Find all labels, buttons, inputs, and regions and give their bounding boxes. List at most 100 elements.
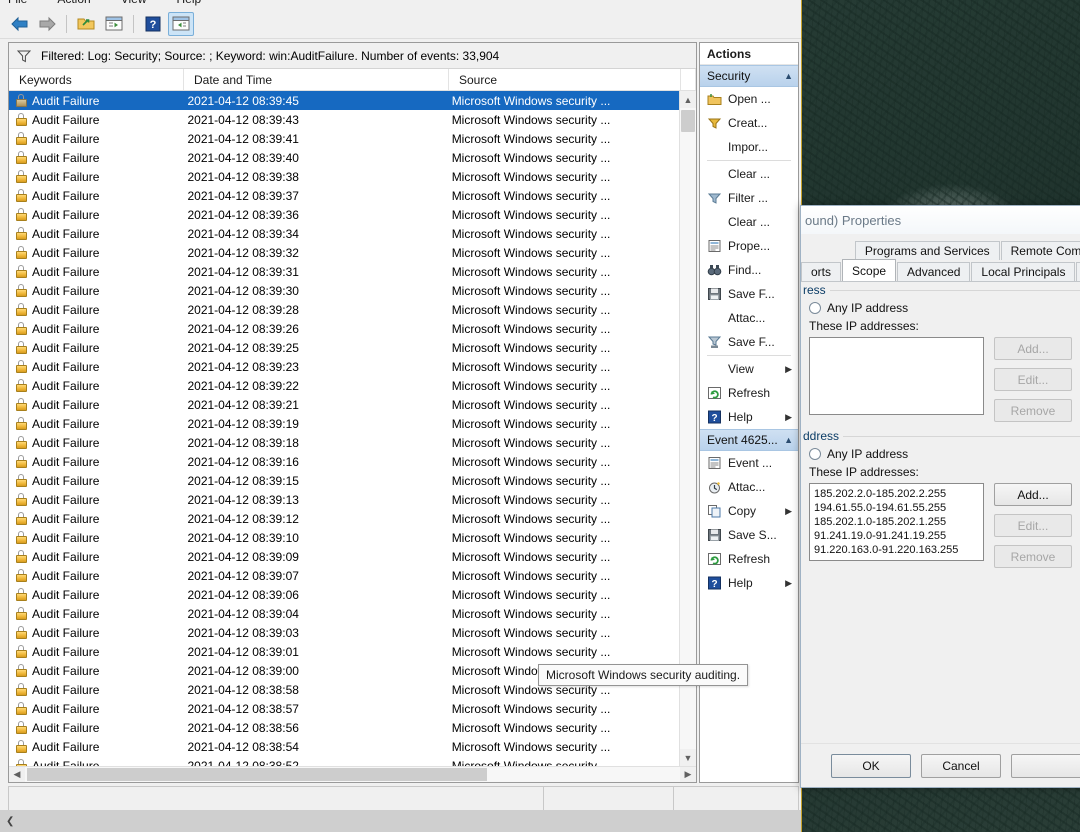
action-item[interactable]: Copy ▶ (700, 499, 798, 523)
table-row[interactable]: Audit Failure 2021-04-12 08:39:31 Microsof… (9, 262, 679, 281)
table-row[interactable]: Audit Failure 2021-04-12 08:39:15 Microsof… (9, 471, 679, 490)
actions-group-header-security[interactable]: Security ▲ (700, 65, 798, 87)
table-row[interactable]: Audit Failure 2021-04-12 08:39:37 Microsof… (9, 186, 679, 205)
list-horizontal-scrollbar[interactable]: ◀ ▶ (9, 766, 696, 782)
table-row[interactable]: Audit Failure 2021-04-12 08:39:16 Microsof… (9, 452, 679, 471)
table-row[interactable]: Audit Failure 2021-04-12 08:39:06 Microsof… (9, 585, 679, 604)
table-row[interactable]: Audit Failure 2021-04-12 08:39:13 Microsof… (9, 490, 679, 509)
table-row[interactable]: Audit Failure 2021-04-12 08:39:40 Microsof… (9, 148, 679, 167)
remote-any-ip-radio[interactable] (809, 448, 821, 460)
remote-these-ip-radio-row[interactable]: These IP addresses: (809, 465, 1080, 479)
remote-edit-button[interactable]: Edit... (994, 514, 1072, 537)
table-row[interactable]: Audit Failure 2021-04-12 08:39:21 Microsof… (9, 395, 679, 414)
table-row[interactable]: Audit Failure 2021-04-12 08:39:12 Microsof… (9, 509, 679, 528)
table-row[interactable]: Audit Failure 2021-04-12 08:39:22 Microsof… (9, 376, 679, 395)
table-row[interactable]: Audit Failure 2021-04-12 08:38:56 Microsof… (9, 718, 679, 737)
chevron-up-icon[interactable]: ▲ (784, 435, 793, 445)
actions-group-header-event[interactable]: Event 4625... ▲ (700, 429, 798, 451)
table-row[interactable]: Audit Failure 2021-04-12 08:39:03 Microsof… (9, 623, 679, 642)
table-row[interactable]: Audit Failure 2021-04-12 08:38:52 Microsof… (9, 756, 679, 766)
table-row[interactable]: Audit Failure 2021-04-12 08:38:57 Microsof… (9, 699, 679, 718)
action-item[interactable]: Impor... (700, 135, 798, 159)
scroll-up-arrow-icon[interactable]: ▲ (680, 91, 696, 108)
table-row[interactable]: Audit Failure 2021-04-12 08:39:26 Microsof… (9, 319, 679, 338)
table-row[interactable]: Audit Failure 2021-04-12 08:39:07 Microsof… (9, 566, 679, 585)
action-item[interactable]: ? Help ▶ (700, 405, 798, 429)
action-item[interactable]: Filter ... (700, 186, 798, 210)
action-item[interactable]: Clear ... (700, 210, 798, 234)
table-row[interactable]: Audit Failure 2021-04-12 08:39:38 Microsof… (9, 167, 679, 186)
action-item[interactable]: View ▶ (700, 357, 798, 381)
tab-local-principals[interactable]: Local Principals (971, 262, 1076, 281)
tab-programs-and-services[interactable]: Programs and Services (854, 241, 1000, 260)
action-item[interactable]: Find... (700, 258, 798, 282)
local-add-button[interactable]: Add... (994, 337, 1072, 360)
action-item[interactable]: Attac... (700, 475, 798, 499)
remote-ip-entry[interactable]: 91.220.163.0-91.220.163.255 (814, 543, 979, 557)
table-row[interactable]: Audit Failure 2021-04-12 08:39:19 Microsof… (9, 414, 679, 433)
remote-ip-entry[interactable]: 91.241.19.0-91.241.19.255 (814, 529, 979, 543)
table-row[interactable]: Audit Failure 2021-04-12 08:39:23 Microsof… (9, 357, 679, 376)
action-pane-button[interactable] (168, 11, 194, 36)
table-row[interactable]: Audit Failure 2021-04-12 08:39:25 Microsof… (9, 338, 679, 357)
tab-scope[interactable]: Scope (842, 259, 897, 281)
open-folder-button[interactable] (73, 12, 99, 36)
table-row[interactable]: Audit Failure 2021-04-12 08:39:43 Microsof… (9, 110, 679, 129)
table-row[interactable]: Audit Failure 2021-04-12 08:39:10 Microsof… (9, 528, 679, 547)
action-item[interactable]: Save F... (700, 282, 798, 306)
table-row[interactable]: Audit Failure 2021-04-12 08:39:01 Microsof… (9, 642, 679, 661)
vertical-scroll-track[interactable] (680, 108, 696, 749)
table-row[interactable]: Audit Failure 2021-04-12 08:39:18 Microsof… (9, 433, 679, 452)
chevron-up-icon[interactable]: ▲ (784, 71, 793, 81)
tab-remote-computers[interactable]: Remote Comp (1000, 241, 1080, 260)
back-button[interactable] (6, 12, 32, 36)
action-item[interactable]: Clear ... (700, 162, 798, 186)
apply-button[interactable] (1011, 753, 1080, 778)
column-header-keywords[interactable]: Keywords (9, 69, 184, 90)
chevron-right-icon[interactable]: ▶ (785, 412, 798, 423)
vertical-scroll-thumb[interactable] (681, 110, 695, 132)
table-row[interactable]: Audit Failure 2021-04-12 08:39:41 Microsof… (9, 129, 679, 148)
column-header-date-and-time[interactable]: Date and Time (184, 69, 449, 90)
tab-protocols-and-ports[interactable]: orts (801, 262, 842, 281)
table-row[interactable]: Audit Failure 2021-04-12 08:39:45 Microsof… (9, 91, 679, 110)
table-row[interactable]: Audit Failure 2021-04-12 08:38:54 Microsof… (9, 737, 679, 756)
menu-item-help[interactable]: Help (177, 0, 216, 5)
tab-advanced[interactable]: Advanced (897, 262, 971, 281)
menu-item-file[interactable]: File (8, 0, 41, 5)
remote-ip-entry[interactable]: 185.202.2.0-185.202.2.255 (814, 487, 979, 501)
column-header-source[interactable]: Source (449, 69, 681, 90)
local-any-ip-radio-row[interactable]: Any IP address (809, 301, 1080, 315)
remote-remove-button[interactable]: Remove (994, 545, 1072, 568)
remote-ip-listbox[interactable]: 185.202.2.0-185.202.2.255 194.61.55.0-194… (809, 483, 984, 561)
table-row[interactable]: Audit Failure 2021-04-12 08:39:28 Microsof… (9, 300, 679, 319)
chevron-right-icon[interactable]: ▶ (785, 506, 798, 517)
chevron-right-icon[interactable]: ▶ (785, 578, 798, 589)
horizontal-scroll-track[interactable] (25, 767, 680, 782)
action-item[interactable]: Open ... (700, 87, 798, 111)
table-row[interactable]: Audit Failure 2021-04-12 08:39:34 Microsof… (9, 224, 679, 243)
scroll-down-arrow-icon[interactable]: ▼ (680, 749, 696, 766)
remote-ip-entry[interactable]: 194.61.55.0-194.61.55.255 (814, 501, 979, 515)
remote-add-button[interactable]: Add... (994, 483, 1072, 506)
action-item[interactable]: Creat... (700, 111, 798, 135)
scroll-right-arrow-icon[interactable]: ▶ (680, 769, 696, 780)
forward-button[interactable] (34, 12, 60, 36)
remote-ip-entry[interactable]: 185.202.1.0-185.202.1.255 (814, 515, 979, 529)
action-item[interactable]: Prope... (700, 234, 798, 258)
action-item[interactable]: Attac... (700, 306, 798, 330)
table-row[interactable]: Audit Failure 2021-04-12 08:39:36 Microsof… (9, 205, 679, 224)
menu-item-view[interactable]: View (121, 0, 161, 5)
help-button[interactable]: ? (140, 12, 166, 36)
tab-remote-users[interactable]: Remo (1076, 262, 1080, 281)
console-tree-button[interactable] (101, 12, 127, 36)
horizontal-scroll-thumb[interactable] (27, 768, 487, 781)
table-row[interactable]: Audit Failure 2021-04-12 08:39:09 Microsof… (9, 547, 679, 566)
table-row[interactable]: Audit Failure 2021-04-12 08:39:32 Microsof… (9, 243, 679, 262)
table-row[interactable]: Audit Failure 2021-04-12 08:39:04 Microsof… (9, 604, 679, 623)
scroll-left-arrow-icon[interactable]: ◀ (9, 769, 25, 780)
table-row[interactable]: Audit Failure 2021-04-12 08:39:30 Microsof… (9, 281, 679, 300)
remote-any-ip-radio-row[interactable]: Any IP address (809, 447, 1080, 461)
chevron-right-icon[interactable]: ▶ (785, 364, 798, 375)
menu-item-action[interactable]: Action (57, 0, 104, 5)
